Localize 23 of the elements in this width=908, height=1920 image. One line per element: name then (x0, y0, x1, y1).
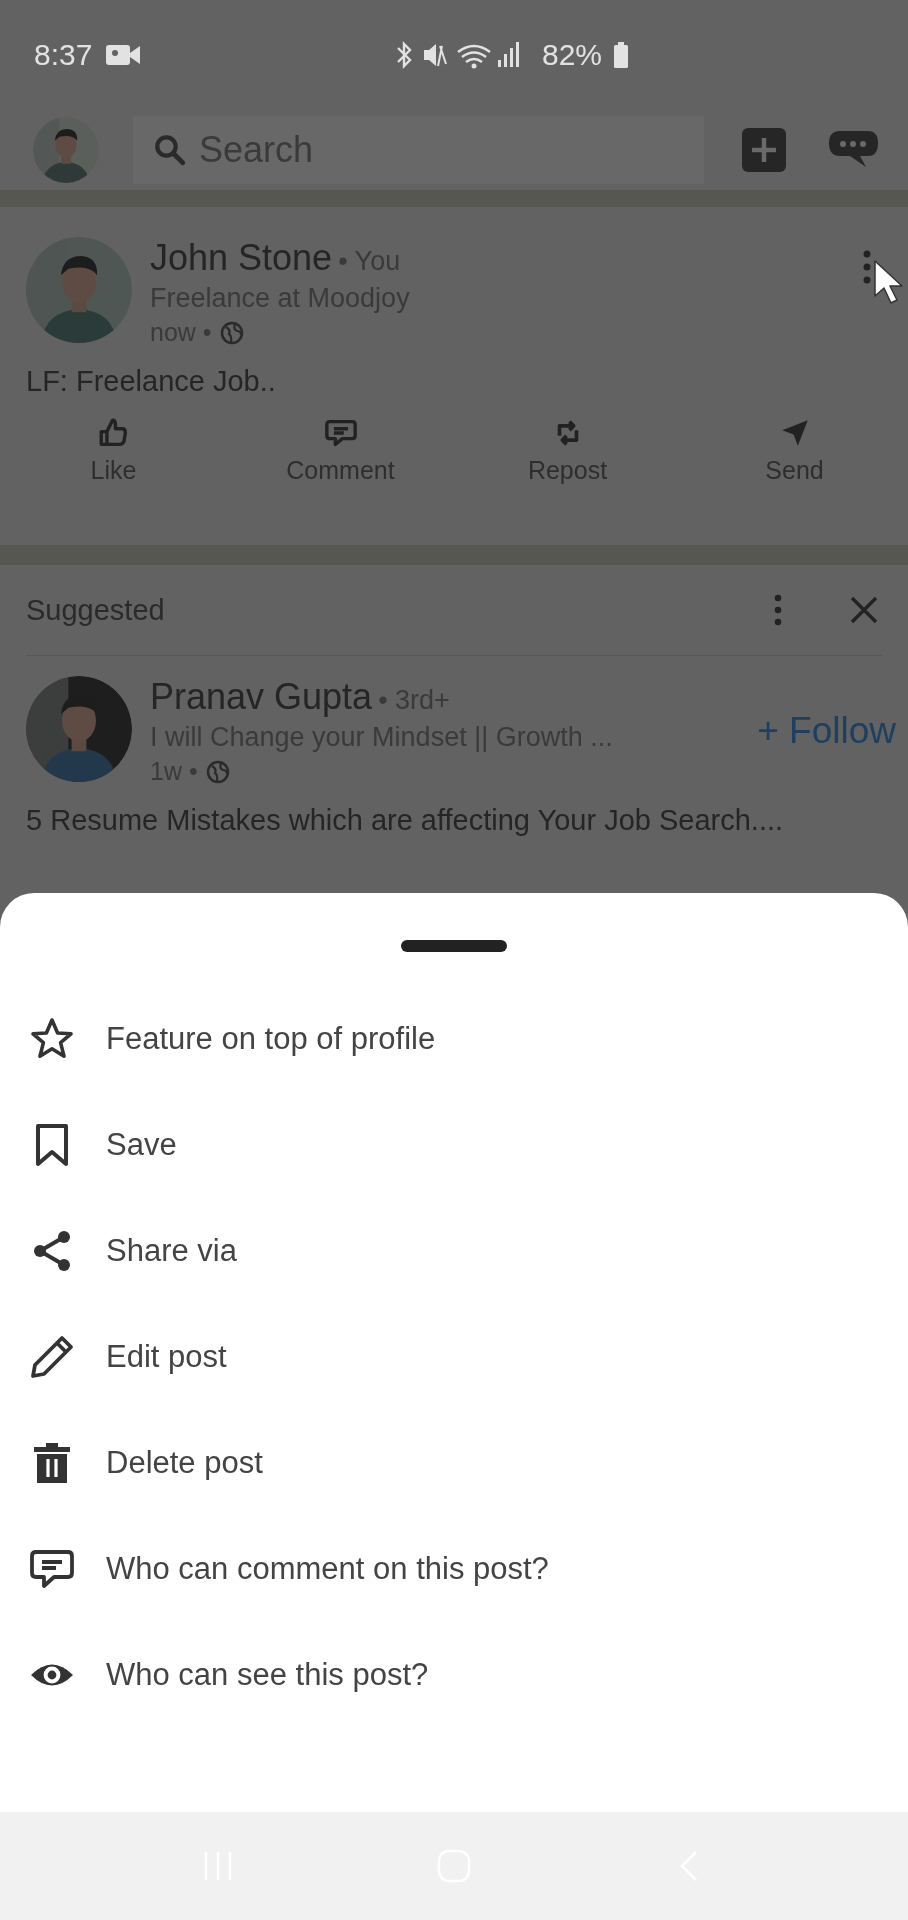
author-name[interactable]: Pranav Gupta (150, 676, 373, 718)
clock-time: 8:37 (34, 38, 93, 72)
menu-item[interactable]: Save (0, 1092, 908, 1198)
menu-item[interactable]: Edit post (0, 1304, 908, 1410)
menu-item[interactable]: Share via (0, 1198, 908, 1304)
pencil-icon (28, 1333, 76, 1381)
battery-icon (614, 42, 629, 68)
author-name[interactable]: John Stone (150, 237, 333, 279)
battery-percent: 82% (542, 38, 603, 72)
menu-item[interactable]: Feature on top of profile (0, 986, 908, 1092)
search-icon (153, 133, 187, 167)
post-text: LF: Freelance Job.. (26, 365, 277, 398)
globe-icon (205, 759, 230, 784)
menu-item[interactable]: Delete post (0, 1410, 908, 1516)
video-camera-icon (106, 43, 141, 67)
section-title: Suggested (26, 593, 166, 627)
post-text: 5 Resume Mistakes which are affecting Your Job Search.... (26, 804, 785, 837)
globe-icon (219, 320, 244, 345)
menu-item[interactable]: Who can comment on this post? (0, 1516, 908, 1622)
mouse-pointer-icon (872, 258, 906, 306)
drag-handle[interactable] (401, 940, 507, 952)
menu-item[interactable]: Who can see this post? (0, 1622, 908, 1728)
follow-button[interactable]: + Follow (757, 710, 896, 752)
